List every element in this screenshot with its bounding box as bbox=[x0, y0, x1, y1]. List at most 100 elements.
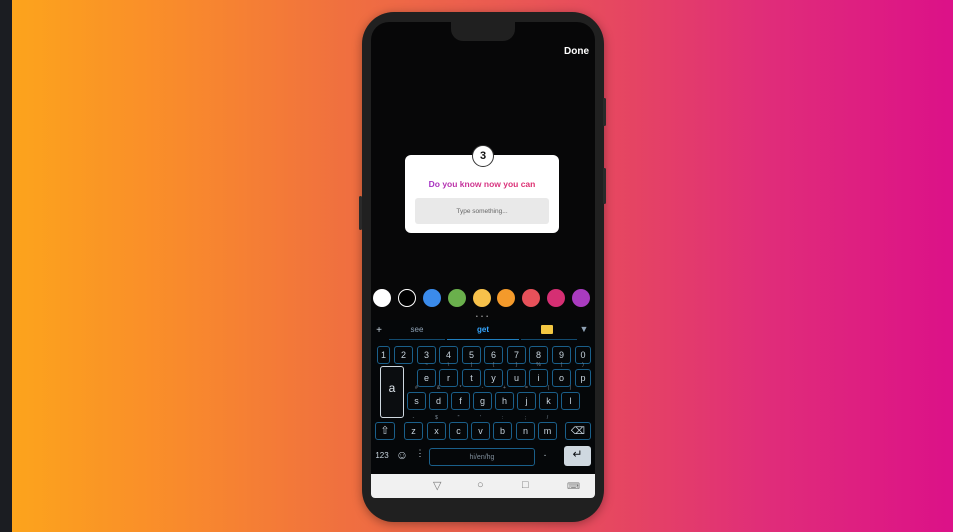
key-f-label: f bbox=[459, 396, 462, 406]
key-r-label: r bbox=[447, 373, 450, 383]
key-t-label: t bbox=[470, 373, 473, 383]
key-y-label: y bbox=[491, 373, 496, 383]
enter-key[interactable]: ↵ bbox=[564, 446, 591, 466]
mic-icon[interactable]: ⋮ bbox=[415, 448, 425, 459]
question-card: 3 Do you know now you can bbox=[405, 145, 559, 233]
suggestion-underline-middle bbox=[447, 339, 519, 340]
key-v-sub: ' bbox=[480, 415, 481, 421]
key-c-sub: " bbox=[457, 415, 460, 421]
key-v-label: v bbox=[478, 426, 483, 436]
key-j[interactable]: = j bbox=[517, 385, 536, 410]
key-f[interactable]: * f bbox=[451, 385, 470, 410]
key-h[interactable]: + h bbox=[495, 385, 514, 410]
key-2[interactable]: 2 bbox=[394, 346, 413, 364]
notch bbox=[451, 22, 515, 41]
key-h-sub: + bbox=[503, 385, 506, 391]
back-icon[interactable]: ▽ bbox=[433, 479, 441, 492]
key-u-label: u bbox=[513, 373, 519, 383]
keyboard-icon[interactable]: ⌨ bbox=[567, 481, 580, 492]
emoji-icon[interactable] bbox=[541, 325, 553, 334]
key-b-sub: : bbox=[501, 415, 504, 421]
key-a[interactable]: a bbox=[380, 366, 404, 418]
key-e-label: e bbox=[423, 373, 429, 383]
key-l-label: l bbox=[569, 396, 572, 406]
phone-screen: Done 3 Do you know now you can • • • + s… bbox=[371, 22, 595, 498]
key-p-sub: ) bbox=[582, 362, 584, 368]
key-g-sub: - bbox=[481, 385, 484, 391]
backspace-key[interactable]: ⌫ bbox=[565, 422, 591, 440]
key-1[interactable]: 1 bbox=[377, 346, 390, 364]
key-z-label: z bbox=[411, 426, 416, 436]
key-n-label: n bbox=[522, 426, 528, 436]
key-f-sub: * bbox=[459, 385, 462, 391]
key-i-sub: % bbox=[536, 362, 541, 368]
key-g[interactable]: -g bbox=[473, 385, 492, 410]
color-palette bbox=[371, 289, 595, 311]
add-icon[interactable]: + bbox=[374, 325, 384, 336]
color-swatch-purple[interactable] bbox=[572, 289, 590, 307]
key-t-sub: | bbox=[470, 362, 473, 368]
keyboard: + see get ▼ 1 2 3 4 5 6 7 8 9 0 a ~ e \ r … bbox=[371, 320, 595, 470]
color-swatch-white[interactable] bbox=[373, 289, 391, 307]
color-swatch-pink[interactable] bbox=[547, 289, 565, 307]
left-edge bbox=[0, 0, 12, 532]
color-swatch-red[interactable] bbox=[522, 289, 540, 307]
key-l[interactable]: ) l bbox=[561, 385, 580, 410]
key-g-label: g bbox=[479, 396, 485, 406]
key-s[interactable]: # s bbox=[407, 385, 426, 410]
key-z-sub: - bbox=[412, 415, 415, 421]
key-e-sub: ~ bbox=[425, 362, 428, 368]
recents-icon[interactable]: □ bbox=[522, 479, 529, 491]
left-button bbox=[359, 196, 362, 230]
key-o-sub: ( bbox=[560, 362, 563, 368]
key-a-label: a bbox=[388, 381, 396, 395]
key-i-label: i bbox=[537, 373, 540, 383]
key-r-sub: \ bbox=[447, 362, 450, 368]
key-b[interactable]: :b bbox=[493, 415, 512, 440]
key-j-label: j bbox=[525, 396, 528, 406]
emoji-smiley-icon[interactable]: ☺ bbox=[395, 448, 409, 462]
question-text[interactable]: Do you know now you can bbox=[405, 179, 559, 189]
key-z[interactable]: -z bbox=[404, 415, 423, 440]
collapse-keyboard-icon[interactable]: ▼ bbox=[578, 324, 590, 334]
key-o-label: o bbox=[558, 373, 564, 383]
power-button bbox=[603, 168, 606, 204]
period-key[interactable]: . bbox=[539, 448, 551, 459]
key-u-sub: } bbox=[515, 362, 518, 368]
key-h-label: h bbox=[501, 396, 507, 406]
key-k[interactable]: (k bbox=[539, 385, 558, 410]
key-n[interactable]: ; n bbox=[516, 415, 535, 440]
key-c[interactable]: " c bbox=[449, 415, 468, 440]
suggestion-underline-left bbox=[389, 339, 445, 340]
question-sticker-icon: 3 bbox=[472, 145, 494, 167]
color-swatch-orange[interactable] bbox=[497, 289, 515, 307]
key-m-sub: / bbox=[546, 415, 549, 421]
key-x[interactable]: $ x bbox=[427, 415, 446, 440]
answer-input[interactable] bbox=[415, 198, 549, 224]
key-l-sub: ) bbox=[569, 385, 572, 391]
color-swatch-black[interactable] bbox=[398, 289, 416, 307]
suggestion-middle[interactable]: get bbox=[461, 325, 505, 337]
color-swatch-green[interactable] bbox=[448, 289, 466, 307]
stage: Done 3 Do you know now you can • • • + s… bbox=[0, 0, 953, 532]
key-k-sub: ( bbox=[547, 385, 550, 391]
color-swatch-yellow[interactable] bbox=[473, 289, 491, 307]
home-icon[interactable]: ○ bbox=[477, 479, 484, 491]
key-m[interactable]: / m bbox=[538, 415, 557, 440]
suggestion-left[interactable]: see bbox=[397, 325, 437, 337]
key-d[interactable]: & d bbox=[429, 385, 448, 410]
color-swatch-blue[interactable] bbox=[423, 289, 441, 307]
key-j-sub: = bbox=[525, 385, 528, 391]
shift-key[interactable]: ⇧ bbox=[375, 422, 395, 440]
space-key[interactable]: hi/en/hg bbox=[429, 448, 535, 466]
key-m-label: m bbox=[543, 426, 552, 436]
navigation-bar: ▽ ○ □ ⌨ bbox=[371, 474, 595, 498]
volume-button bbox=[603, 98, 606, 126]
key-d-label: d bbox=[435, 396, 441, 406]
key-b-label: b bbox=[499, 426, 505, 436]
done-button[interactable]: Done bbox=[564, 46, 589, 57]
key-v[interactable]: ' v bbox=[471, 415, 490, 440]
mode-key[interactable]: 123 bbox=[371, 451, 393, 460]
key-n-sub: ; bbox=[524, 415, 527, 421]
suggestion-underline-right bbox=[521, 339, 577, 340]
